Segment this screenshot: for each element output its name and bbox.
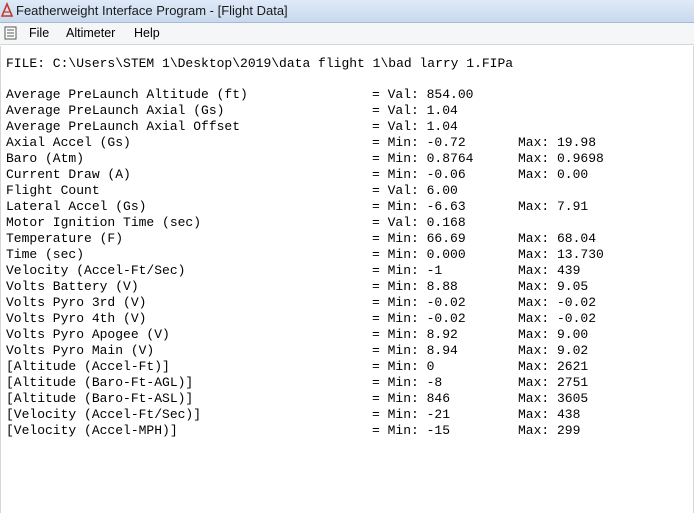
- row-value: = Min: -21: [372, 407, 451, 422]
- row-label: Volts Pyro Apogee (V): [6, 327, 170, 342]
- row-label: Flight Count: [6, 183, 100, 198]
- row-label: Time (sec): [6, 247, 85, 262]
- row-label: Average PreLaunch Axial (Gs): [6, 103, 225, 118]
- row-label: Motor Ignition Time (sec): [6, 215, 202, 230]
- row-label: Volts Pyro 3rd (V): [6, 295, 147, 310]
- row-value: = Val: 1.04: [372, 103, 458, 118]
- data-row: Flight Count = Val: 6.00: [6, 183, 686, 199]
- row-value: = Min: -0.02: [372, 311, 466, 326]
- data-row: Average PreLaunch Altitude (ft) = Val: 85…: [6, 87, 686, 103]
- row-value: = Val: 0.168: [372, 215, 466, 230]
- row-label: [Altitude (Baro-Ft-ASL)]: [6, 391, 194, 406]
- data-row: [Altitude (Baro-Ft-AGL)] = Min: -8 Max: 27…: [6, 375, 686, 391]
- row-label: Velocity (Accel-Ft/Sec): [6, 263, 186, 278]
- row-value: = Min: 0.000: [372, 247, 466, 262]
- file-path: FILE: C:\Users\STEM 1\Desktop\2019\data …: [6, 56, 514, 71]
- row-max: Max: 7.91: [518, 199, 589, 214]
- row-label: Axial Accel (Gs): [6, 135, 131, 150]
- row-max: Max: 68.04: [518, 231, 597, 246]
- row-value: = Min: 8.94: [372, 343, 458, 358]
- data-row: Average PreLaunch Axial (Gs) = Val: 1.04: [6, 103, 686, 119]
- row-label: Volts Battery (V): [6, 279, 139, 294]
- document-icon[interactable]: [4, 26, 17, 40]
- menu-altimeter[interactable]: Altimeter: [66, 26, 115, 40]
- row-value: = Min: 0.8764: [372, 151, 474, 166]
- row-label: Volts Pyro Main (V): [6, 343, 155, 358]
- row-max: Max: 438: [518, 407, 581, 422]
- row-max: Max: 9.00: [518, 327, 589, 342]
- data-row: [Altitude (Accel-Ft)] = Min: 0 Max: 2621: [6, 359, 686, 375]
- row-value: = Min: -15: [372, 423, 451, 438]
- data-row: Lateral Accel (Gs) = Min: -6.63 Max: 7.91: [6, 199, 686, 215]
- row-value: = Min: 8.92: [372, 327, 458, 342]
- window-title: Featherweight Interface Program - [Fligh…: [16, 3, 288, 18]
- data-row: [Velocity (Accel-MPH)] = Min: -15 Max: 299: [6, 423, 686, 439]
- row-label: Average PreLaunch Axial Offset: [6, 119, 241, 134]
- menu-bar: File Altimeter Help: [0, 23, 694, 45]
- row-max: Max: 13.730: [518, 247, 604, 262]
- data-row: Velocity (Accel-Ft/Sec) = Min: -1 Max: 439: [6, 263, 686, 279]
- data-row: Motor Ignition Time (sec) = Val: 0.168: [6, 215, 686, 231]
- row-value: = Min: -6.63: [372, 199, 466, 214]
- row-value: = Min: -0.02: [372, 295, 466, 310]
- row-max: Max: 439: [518, 263, 581, 278]
- row-label: Baro (Atm): [6, 151, 85, 166]
- row-label: Average PreLaunch Altitude (ft): [6, 87, 248, 102]
- row-value: = Min: -0.06: [372, 167, 466, 182]
- data-row: Volts Pyro Apogee (V) = Min: 8.92 Max: 9.0…: [6, 327, 686, 343]
- row-value: = Min: 0: [372, 359, 435, 374]
- row-value: = Min: -1: [372, 263, 443, 278]
- data-row: Axial Accel (Gs) = Min: -0.72 Max: 19.98: [6, 135, 686, 151]
- data-row: Average PreLaunch Axial Offset = Val: 1.0…: [6, 119, 686, 135]
- row-value: = Min: 8.88: [372, 279, 458, 294]
- row-max: Max: 9.02: [518, 343, 589, 358]
- row-max: Max: 299: [518, 423, 581, 438]
- row-max: Max: 0.9698: [518, 151, 604, 166]
- menu-file[interactable]: File: [29, 26, 49, 40]
- row-label: [Altitude (Accel-Ft)]: [6, 359, 170, 374]
- data-row: Baro (Atm) = Min: 0.8764 Max: 0.9698: [6, 151, 686, 167]
- row-value: = Min: 846: [372, 391, 451, 406]
- data-row: [Altitude (Baro-Ft-ASL)] = Min: 846 Max: 3…: [6, 391, 686, 407]
- menu-help[interactable]: Help: [134, 26, 160, 40]
- row-value: = Min: -0.72: [372, 135, 466, 150]
- data-row: Volts Pyro Main (V) = Min: 8.94 Max: 9.02: [6, 343, 686, 359]
- row-label: [Altitude (Baro-Ft-AGL)]: [6, 375, 194, 390]
- row-max: Max: -0.02: [518, 295, 597, 310]
- row-label: [Velocity (Accel-Ft/Sec)]: [6, 407, 202, 422]
- row-value: = Val: 854.00: [372, 87, 474, 102]
- row-max: Max: 9.05: [518, 279, 589, 294]
- row-max: Max: 3605: [518, 391, 589, 406]
- row-max: Max: 2751: [518, 375, 589, 390]
- row-value: = Val: 6.00: [372, 183, 458, 198]
- data-row: Current Draw (A) = Min: -0.06 Max: 0.00: [6, 167, 686, 183]
- row-label: Lateral Accel (Gs): [6, 199, 147, 214]
- row-value: = Val: 1.04: [372, 119, 458, 134]
- title-bar: Featherweight Interface Program - [Fligh…: [0, 0, 694, 23]
- flight-data-view: FILE: C:\Users\STEM 1\Desktop\2019\data …: [0, 46, 694, 513]
- row-label: Volts Pyro 4th (V): [6, 311, 147, 326]
- row-label: Temperature (F): [6, 231, 124, 246]
- row-max: Max: 2621: [518, 359, 589, 374]
- row-label: [Velocity (Accel-MPH)]: [6, 423, 178, 438]
- data-row: Volts Battery (V) = Min: 8.88 Max: 9.05: [6, 279, 686, 295]
- data-row: [Velocity (Accel-Ft/Sec)] = Min: -21 Max: …: [6, 407, 686, 423]
- row-max: Max: 19.98: [518, 135, 597, 150]
- data-row: Volts Pyro 3rd (V) = Min: -0.02 Max: -0.02: [6, 295, 686, 311]
- row-value: = Min: -8: [372, 375, 443, 390]
- row-max: Max: 0.00: [518, 167, 589, 182]
- data-row: Time (sec) = Min: 0.000 Max: 13.730: [6, 247, 686, 263]
- row-label: Current Draw (A): [6, 167, 131, 182]
- row-value: = Min: 66.69: [372, 231, 466, 246]
- data-row: Volts Pyro 4th (V) = Min: -0.02 Max: -0.02: [6, 311, 686, 327]
- row-max: Max: -0.02: [518, 311, 597, 326]
- data-row: Temperature (F) = Min: 66.69 Max: 68.04: [6, 231, 686, 247]
- feather-app-icon: [0, 2, 14, 17]
